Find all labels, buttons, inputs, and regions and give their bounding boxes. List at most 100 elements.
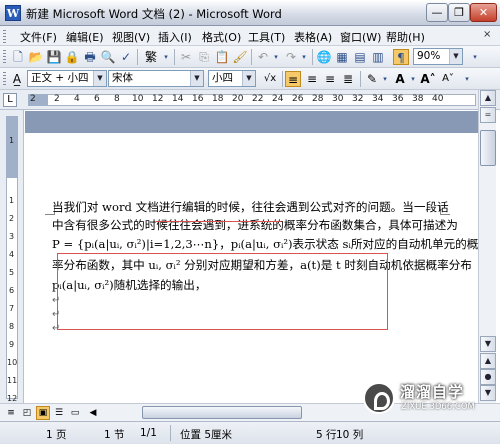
highlight-icon[interactable]: ✎	[364, 71, 380, 87]
format-painter-icon[interactable]: 🖌	[232, 49, 248, 65]
menu-table[interactable]: 表格(A)	[294, 29, 332, 45]
redo-icon[interactable]: ↷	[283, 49, 299, 65]
align-left-icon[interactable]: ≡	[285, 71, 301, 87]
ruler-number: 30	[332, 94, 344, 104]
chevron-down-icon[interactable]: ▼	[190, 71, 203, 86]
undo-icon[interactable]: ↶	[255, 49, 271, 65]
vertical-scrollbar[interactable]: ▲ = ▼ ▲ ● ▼	[478, 90, 496, 403]
phonetic-guide-icon[interactable]: √x	[260, 71, 280, 87]
print-layout-icon[interactable]: ▣	[36, 406, 50, 420]
insert-table-icon[interactable]: ▤	[352, 49, 368, 65]
menu-help[interactable]: 帮助(H)	[386, 29, 425, 45]
zoom-select[interactable]: 90% ▼	[413, 48, 463, 65]
style-value: 正文 + 小四	[31, 72, 89, 84]
watermark: 溜溜自学 ZIXUE.3D66.COM	[363, 378, 500, 422]
font-size-value: 小四	[212, 72, 233, 84]
chevron-down-icon[interactable]: ▾	[408, 71, 418, 87]
ruler-number: 36	[392, 94, 404, 104]
menu-window[interactable]: 窗口(W)	[340, 29, 381, 45]
paragraph-mark: ↵	[52, 295, 61, 306]
document-area[interactable]: 当我们对 word 文档进行编辑的时候，往往会遇到公式对齐的问题。当一段话 中含…	[25, 111, 478, 404]
horizontal-scroll-thumb[interactable]	[142, 406, 302, 419]
menu-view[interactable]: 视图(V)	[112, 29, 150, 45]
tab-selector[interactable]: L	[3, 93, 17, 107]
chevron-down-icon[interactable]: ▾	[271, 49, 281, 65]
ruler-number: 8	[114, 94, 120, 104]
toolbar-grip[interactable]	[3, 72, 6, 86]
align-center-icon[interactable]: ≡	[304, 71, 320, 87]
ruler-number: 4	[74, 94, 80, 104]
cut-icon[interactable]: ✂	[178, 49, 194, 65]
minimize-button[interactable]: —	[426, 3, 448, 22]
document-page[interactable]: 当我们对 word 文档进行编辑的时候，往往会遇到公式对齐的问题。当一段话 中含…	[25, 133, 478, 404]
chevron-down-icon[interactable]: ▼	[242, 71, 255, 86]
chevron-down-icon[interactable]: ▾	[299, 49, 309, 65]
ruler-number: 8	[9, 322, 15, 331]
copy-icon[interactable]: ⎘	[196, 49, 212, 65]
ruler-number: 6	[9, 286, 15, 295]
ruler-number: 20	[232, 94, 244, 104]
hyperlink-icon[interactable]: 🌐	[316, 49, 332, 65]
status-pages: 1/1	[140, 427, 157, 439]
chevron-down-icon[interactable]: ▼	[93, 71, 106, 86]
font-select[interactable]: 宋体 ▼	[108, 70, 204, 87]
align-right-icon[interactable]: ≡	[322, 71, 338, 87]
toolbar-options-icon[interactable]: ▾	[470, 49, 480, 65]
normal-view-icon[interactable]: ≡	[4, 406, 18, 420]
chevron-down-icon[interactable]: ▼	[449, 49, 462, 64]
justify-icon[interactable]: ≣	[340, 71, 356, 87]
vertical-ruler[interactable]: 1 1 2 3 4 5 6 7 8 9 10 11 12	[0, 110, 24, 403]
grow-font-icon[interactable]: A˄	[420, 71, 436, 87]
close-document-button[interactable]: ×	[483, 29, 491, 40]
save-icon[interactable]: 💾	[46, 49, 62, 65]
toolbar-options-icon[interactable]: ▾	[462, 71, 472, 87]
word-app-icon[interactable]: W	[5, 5, 21, 21]
chevron-down-icon[interactable]: ▾	[161, 49, 171, 65]
print-preview-icon[interactable]: 🔍	[100, 49, 116, 65]
previous-page-button[interactable]: ▲	[480, 353, 496, 369]
doc-line[interactable]: 当我们对 word 文档进行编辑的时候，往往会遇到公式对齐的问题。当一段话	[52, 199, 449, 215]
styles-pane-icon[interactable]: A̲	[9, 71, 25, 87]
scroll-thumb[interactable]	[480, 130, 496, 166]
font-color-icon[interactable]: A	[392, 71, 408, 87]
watermark-name: 溜溜自学	[400, 383, 465, 401]
scroll-left-button[interactable]: ◀	[86, 406, 100, 420]
split-box[interactable]: =	[480, 107, 496, 123]
paste-icon[interactable]: 📋	[214, 49, 230, 65]
permission-icon[interactable]: 🔒	[64, 49, 80, 65]
menu-format[interactable]: 格式(O)	[202, 29, 241, 45]
menu-edit[interactable]: 编辑(E)	[66, 29, 104, 45]
doc-line[interactable]: 中含有很多公式的时候往往会遇到，进系统的概率分布函数集合，具体可描述为	[52, 217, 458, 233]
menu-file[interactable]: 文件(F)	[20, 29, 57, 45]
ruler-number: 16	[192, 94, 204, 104]
menu-tools[interactable]: 工具(T)	[248, 29, 285, 45]
open-folder-icon[interactable]: 📂	[28, 49, 44, 65]
show-hide-marks-icon[interactable]: ¶	[393, 49, 409, 65]
menu-grip[interactable]	[3, 30, 6, 43]
horizontal-ruler[interactable]: L 2 2 4 6 8 10 12 14 16 18 20 22 24 26 2…	[0, 90, 500, 110]
style-select[interactable]: 正文 + 小四 ▼	[27, 70, 107, 87]
spelling-icon[interactable]: ✓	[118, 49, 134, 65]
trad-simp-button[interactable]: 繁	[141, 49, 161, 65]
new-document-icon[interactable]: 🗋	[10, 49, 26, 65]
ruler-number: 6	[94, 94, 100, 104]
toolbar-grip[interactable]	[3, 50, 6, 64]
columns-icon[interactable]: ▥	[370, 49, 386, 65]
outline-view-icon[interactable]: ☰	[52, 406, 66, 420]
doc-line[interactable]: P = {pᵢ(a|uᵢ, σᵢ²)|i=1,2,3⋯n}，pᵢ(a|uᵢ, σ…	[52, 236, 478, 252]
ruler-number: 10	[132, 94, 144, 104]
chevron-down-icon[interactable]: ▾	[380, 71, 390, 87]
ruler-margin	[6, 116, 18, 178]
print-icon[interactable]: 🖶	[82, 49, 98, 65]
tables-borders-icon[interactable]: ▦	[334, 49, 350, 65]
web-view-icon[interactable]: ◰	[20, 406, 34, 420]
maximize-button[interactable]: ❐	[448, 3, 470, 22]
reading-view-icon[interactable]: ▭	[68, 406, 82, 420]
scroll-down-button[interactable]: ▼	[480, 336, 496, 352]
scroll-up-button[interactable]: ▲	[480, 90, 496, 106]
font-size-select[interactable]: 小四 ▼	[208, 70, 256, 87]
close-button[interactable]: ✕	[470, 3, 497, 22]
shrink-font-icon[interactable]: A˅	[440, 71, 456, 87]
ruler-number: 7	[9, 304, 15, 313]
menu-insert[interactable]: 插入(I)	[158, 29, 192, 45]
